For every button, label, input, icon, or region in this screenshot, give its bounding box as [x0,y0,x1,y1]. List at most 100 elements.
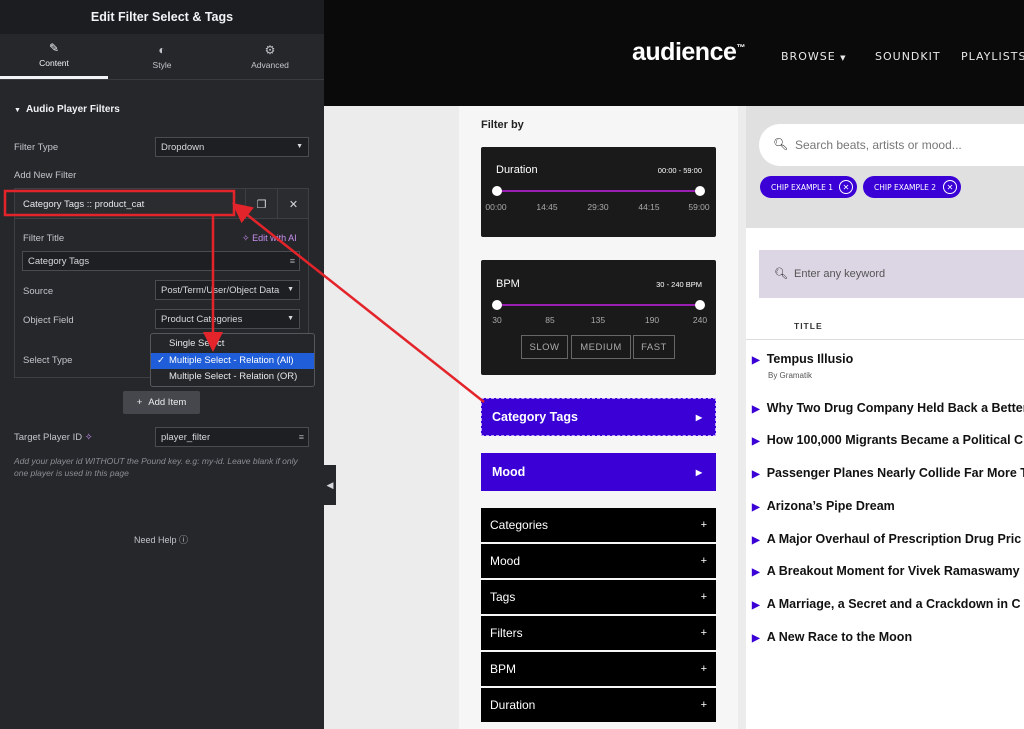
accordion-filters[interactable]: Filters + [481,616,716,650]
accordion-duration[interactable]: Duration + [481,688,716,722]
option-multiple-or[interactable]: Multiple Select - Relation (OR) [151,369,314,386]
add-new-filter-label: Add New Filter [14,170,77,181]
tab-advanced[interactable]: ⚙ Advanced [216,34,324,79]
section-title: Audio Player Filters [25,104,120,115]
repeater-item-header[interactable]: Category Tags :: product_cat ❐ ✕ [15,189,308,219]
play-icon[interactable]: ▶ [752,404,760,415]
play-icon[interactable]: ▶ [752,469,760,480]
bpm-tick: 30 [492,315,502,325]
play-icon[interactable]: ▶ [752,633,760,644]
filter-title-input[interactable]: Category Tags ≡ [22,251,300,271]
play-icon[interactable]: ▶ [752,600,760,611]
play-icon[interactable]: ▶ [752,567,760,578]
track-row[interactable]: ▶ Why Two Drug Company Held Back a Better [752,401,1024,415]
target-player-input[interactable]: player_filter ≡ [155,427,309,447]
bpm-slow-button[interactable]: SLOW [521,335,568,359]
bpm-max-handle[interactable] [695,300,705,310]
duration-tick: 29:30 [587,202,609,212]
filter-title-label: Filter Title [23,233,65,244]
option-single-select[interactable]: Single Select [151,336,314,353]
tab-style[interactable]: ◐ Style [108,34,216,79]
filter-type-select[interactable]: Dropdown ▼ [155,137,309,157]
duplicate-button[interactable]: ❐ [245,189,277,219]
object-field-select[interactable]: Product Categories ▼ [155,309,300,329]
bpm-medium-button[interactable]: MEDIUM [571,335,631,359]
duration-min-handle[interactable] [492,186,502,196]
nav-soundkit[interactable]: SOUNDKIT [875,50,941,63]
track-row[interactable]: ▶ Passenger Planes Nearly Collide Far Mor… [752,466,1024,480]
contrast-icon: ◐ [158,42,166,57]
caret-down-icon: ▼ [287,315,294,322]
close-icon: ✕ [288,198,299,211]
track-row[interactable]: ▶ A Marriage, a Secret and a Crackdown in… [752,597,1021,611]
nav-browse[interactable]: BROWSE ▼ [781,50,847,63]
caret-down-icon: ▼ [14,107,21,114]
accordion-mood[interactable]: Mood + [481,544,716,578]
chip-1[interactable]: CHIP EXAMPLE 1 ✕ [760,176,857,198]
play-icon[interactable]: ▶ [752,535,760,546]
chevron-left-icon: ◀ [326,479,334,490]
source-value: Post/Term/User/Object Data [161,284,280,296]
nav-playlists[interactable]: PLAYLISTS [961,50,1024,63]
category-tags-filter[interactable]: Category Tags ▶ [481,398,716,436]
sparkle-icon[interactable]: ✧ [85,432,93,443]
accordion-bpm[interactable]: BPM + [481,652,716,686]
play-icon[interactable]: ▶ [752,355,760,366]
add-item-label: Add Item [148,397,187,408]
logo[interactable]: audience™ [632,38,745,67]
search-icon: 🔍︎ [774,268,788,280]
track-row[interactable]: ▶ Arizona’s Pipe Dream [752,499,895,513]
remove-button[interactable]: ✕ [277,189,309,219]
source-select[interactable]: Post/Term/User/Object Data ▼ [155,280,300,300]
play-icon[interactable]: ▶ [752,436,760,447]
bpm-track[interactable] [496,304,699,306]
sparkle-icon: ✧ [242,233,250,243]
target-player-label-text: Target Player ID [14,432,83,443]
select-type-dropdown[interactable]: Single Select ✓ Multiple Select - Relatio… [150,333,315,387]
divider [746,339,1024,340]
close-icon[interactable]: ✕ [943,180,957,194]
question-icon: ⓘ [179,535,189,545]
track-row[interactable]: ▶ How 100,000 Migrants Became a Political… [752,433,1023,447]
close-icon[interactable]: ✕ [839,180,853,194]
search-placeholder: Search beats, artists or mood... [795,138,962,152]
caret-down-icon: ▼ [287,286,294,293]
accordion-categories[interactable]: Categories + [481,508,716,542]
trademark: ™ [736,42,745,53]
plus-icon: + [700,699,707,711]
track-title: Why Two Drug Company Held Back a Better [766,401,1024,415]
mood-filter[interactable]: Mood ▶ [481,453,716,491]
track-row[interactable]: ▶ A New Race to the Moon [752,630,912,644]
duration-max-handle[interactable] [695,186,705,196]
section-toggle[interactable]: ▼ Audio Player Filters [14,104,120,115]
database-icon[interactable]: ≡ [290,256,295,266]
option-multiple-all[interactable]: ✓ Multiple Select - Relation (All) [151,352,314,369]
edit-with-ai-link[interactable]: ✧ Edit with AI [242,233,297,244]
collapse-panel-button[interactable]: ◀ [324,465,336,505]
accordion-label: Duration [490,698,536,712]
duration-tick: 44:15 [638,202,660,212]
repeater-item-title: Category Tags :: product_cat [23,199,145,210]
bpm-fast-button[interactable]: FAST [633,335,675,359]
track-row[interactable]: ▶ A Major Overhaul of Prescription Drug P… [752,532,1021,546]
track-title: Passenger Planes Nearly Collide Far More… [766,466,1024,480]
tab-content[interactable]: ✎ Content [0,34,108,79]
keyword-placeholder: Enter any keyword [794,268,886,280]
track-row[interactable]: ▶ Tempus Illusio [752,352,853,366]
need-help-link[interactable]: Need Help ⓘ [134,533,188,546]
option-label: Single Select [169,338,225,349]
play-icon[interactable]: ▶ [752,502,760,513]
keyword-input[interactable]: 🔍︎ Enter any keyword [759,250,1024,298]
track-row[interactable]: ▶ A Breakout Moment for Vivek Ramaswamy [752,564,1020,578]
accordion-tags[interactable]: Tags + [481,580,716,614]
database-icon[interactable]: ≡ [299,432,304,442]
bpm-min-handle[interactable] [492,300,502,310]
duration-tick: 59:00 [688,202,710,212]
filter-type-value: Dropdown [161,141,205,153]
add-item-button[interactable]: + Add Item [123,391,200,414]
search-input[interactable]: 🔍︎ Search beats, artists or mood... [759,124,1024,166]
duration-track[interactable] [496,190,699,192]
tab-style-label: Style [152,59,172,70]
chip-2[interactable]: CHIP EXAMPLE 2 ✕ [863,176,961,198]
accordion-label: Tags [490,590,516,604]
